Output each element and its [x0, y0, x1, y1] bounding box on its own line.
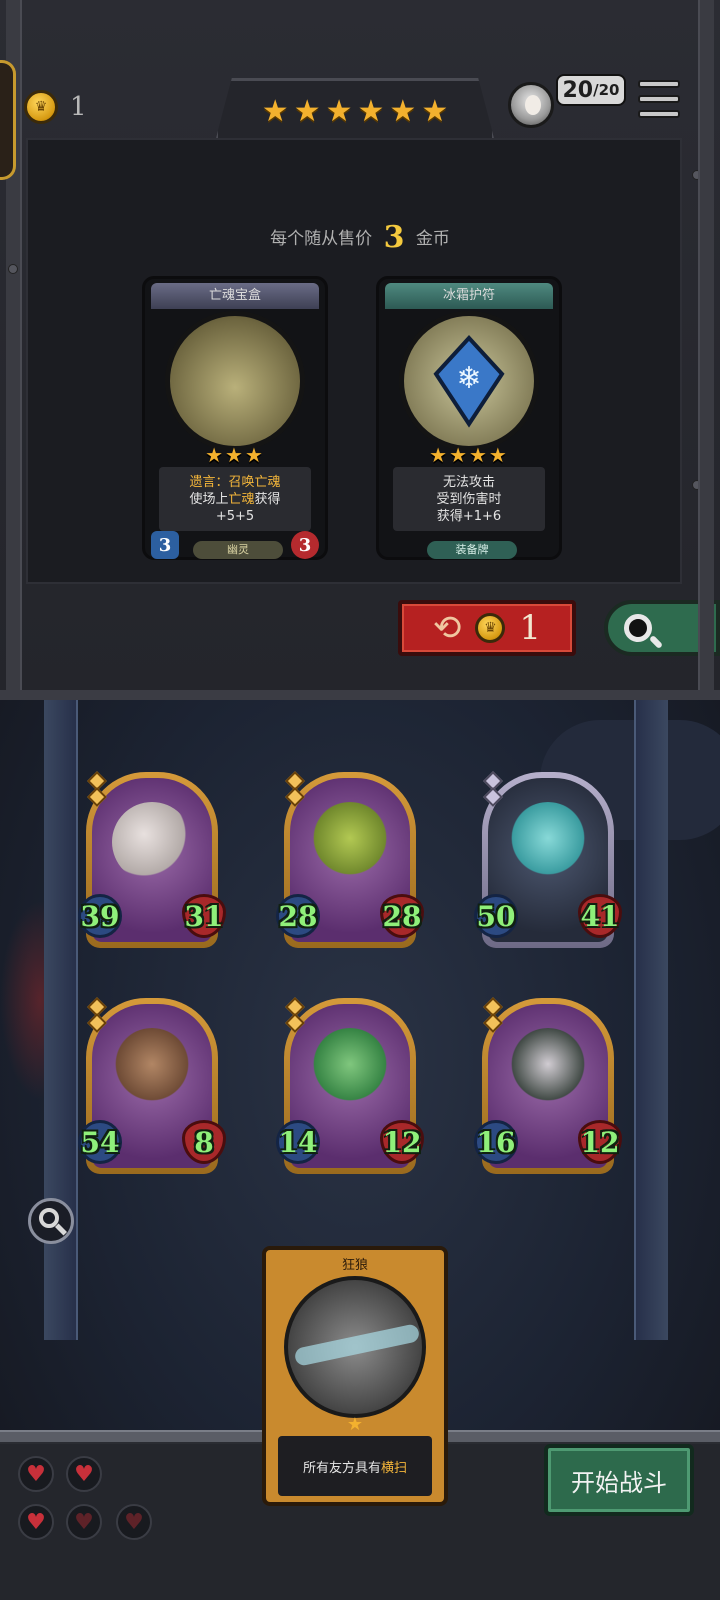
minion-attack: 39 — [78, 894, 122, 938]
shop-area — [26, 138, 682, 584]
menu-icon[interactable] — [638, 80, 680, 118]
population-counter: 20/20 — [556, 74, 626, 106]
skull-mage-portrait-icon — [508, 1028, 588, 1108]
player-avatar-icon[interactable] — [508, 82, 554, 128]
price-suffix: 金币 — [415, 229, 450, 249]
price-prefix: 每个随从售价 — [270, 229, 373, 249]
refresh-icon: ⟲ — [432, 608, 462, 648]
rivet — [692, 170, 702, 180]
minion-health: 41 — [578, 894, 622, 938]
side-drawer-tab[interactable] — [0, 60, 16, 180]
voodoo-doll-portrait-icon — [112, 1028, 192, 1108]
heart-icon: ♥ — [66, 1504, 102, 1540]
desc-keyword: 亡魂 — [254, 474, 281, 490]
gold-counter: ♛ 1 — [24, 90, 87, 124]
minion-attack: 54 — [78, 1120, 122, 1164]
card-name: 冰霜护符 — [385, 283, 553, 309]
gold-amount: 1 — [70, 92, 87, 122]
card-description: 无法攻击 受到伤害时 获得+1+6 — [393, 467, 545, 531]
minion-card[interactable]: 28 28 — [276, 771, 424, 948]
reroll-cost: 1 — [519, 608, 542, 648]
minion-health: 12 — [578, 1120, 622, 1164]
desc-text: +5+5 — [215, 508, 255, 524]
price-info: 每个随从售价 3 金币 — [0, 220, 720, 255]
minion-attack: 28 — [276, 894, 320, 938]
card-health: 3 — [291, 531, 319, 559]
star-icon: ★ — [421, 93, 449, 129]
ghost-maw-portrait-icon — [508, 802, 588, 882]
heart-icon: ♥ — [18, 1456, 54, 1492]
desc-text: 受到伤害时 — [436, 491, 502, 507]
desc-text: 获得+1+6 — [436, 508, 502, 524]
game-screen: ♛ 1 ★ ★ ★ ★ ★ ★ 20/20 每个随从售价 3 金币 亡魂宝盒 ★★★ 遗言… — [0, 0, 720, 1600]
hero-star: ★ — [346, 1414, 364, 1435]
minion-health: 31 — [182, 894, 226, 938]
shop-card-soul-box[interactable]: 亡魂宝盒 ★★★ 遗言：召唤亡魂 使场上亡魂获得 +5+5 3 3 幽灵 — [142, 276, 328, 560]
card-type: 装备牌 — [427, 541, 517, 559]
minion-attack: 50 — [474, 894, 518, 938]
shop-panel: ♛ 1 ★ ★ ★ ★ ★ ★ 20/20 每个随从售价 3 金币 亡魂宝盒 ★★★ 遗言… — [0, 0, 720, 700]
crown-coin-icon: ♛ — [24, 90, 58, 124]
frost-gem-icon: ❄ — [433, 335, 505, 428]
rivet — [692, 480, 702, 490]
star-icon: ★ — [389, 93, 417, 129]
ghost-art-icon — [165, 311, 305, 451]
hero-name: 狂狼 — [341, 1258, 368, 1273]
search-icon — [624, 614, 652, 642]
medusa-portrait-icon — [310, 1028, 390, 1108]
crown-coin-icon: ♛ — [475, 613, 506, 643]
card-stars: ★★★★ — [429, 443, 509, 467]
card-attack: 3 — [151, 531, 179, 559]
heart-icon: ♥ — [116, 1504, 152, 1540]
minion-health: 12 — [380, 1120, 424, 1164]
star-icon: ★ — [293, 93, 321, 129]
hero-ability-text: 所有友方具有 — [302, 1460, 381, 1476]
shop-card-frost-amulet[interactable]: 冰霜护符 ❄ ★★★★ 无法攻击 受到伤害时 获得+1+6 装备牌 — [376, 276, 562, 560]
desc-keyword: 亡魂 — [228, 491, 255, 507]
desc-text: 遗言：召唤 — [189, 474, 255, 490]
population-max: /20 — [593, 81, 620, 99]
minion-card[interactable]: 54 8 — [78, 997, 226, 1174]
minion-card[interactable]: 39 31 — [78, 771, 226, 948]
vulture-portrait-icon — [112, 802, 192, 882]
card-type: 幽灵 — [193, 541, 283, 559]
star-icon: ★ — [357, 93, 385, 129]
card-description: 遗言：召唤亡魂 使场上亡魂获得 +5+5 — [159, 467, 311, 531]
frog-portrait-icon — [310, 802, 390, 882]
star-icon: ★ — [261, 93, 289, 129]
minion-card[interactable]: 50 41 — [474, 771, 622, 948]
card-name: 亡魂宝盒 — [151, 283, 319, 309]
search-button[interactable] — [604, 600, 720, 656]
heart-icon: ♥ — [66, 1456, 102, 1492]
minion-card[interactable]: 14 12 — [276, 997, 424, 1174]
rivet — [8, 264, 18, 274]
population-current: 20 — [562, 77, 594, 103]
hero-ability-keyword: 横扫 — [381, 1460, 408, 1476]
card-stars: ★★★ — [205, 443, 265, 467]
desc-text: 使场上 — [189, 491, 229, 507]
svg-text:❄: ❄ — [456, 361, 481, 396]
reroll-button[interactable]: ⟲ ♛ 1 — [398, 600, 576, 656]
minion-attack: 14 — [276, 1120, 320, 1164]
hero-card[interactable]: 狂狼 ★ 所有友方具有 横扫 — [262, 1246, 448, 1506]
price-value: 3 — [383, 220, 405, 255]
minion-card[interactable]: 16 12 — [474, 997, 622, 1174]
lives-indicator: ♥ ♥ ♥ ♥ ♥ — [18, 1452, 168, 1552]
desc-text: 无法攻击 — [442, 474, 495, 490]
werewolf-portrait-icon — [284, 1276, 426, 1418]
star-icon: ★ — [325, 93, 353, 129]
desc-text: 获得 — [254, 491, 281, 507]
board-search-icon[interactable] — [28, 1198, 74, 1244]
snowflake-amulet-icon: ❄ — [399, 311, 539, 451]
hero-ability: 所有友方具有 横扫 — [278, 1436, 432, 1496]
start-battle-button[interactable]: 开始战斗 — [544, 1444, 694, 1516]
heart-icon: ♥ — [18, 1504, 54, 1540]
minion-health: 28 — [380, 894, 424, 938]
shop-tier-stars: ★ ★ ★ ★ ★ ★ — [215, 78, 495, 142]
minion-attack: 16 — [474, 1120, 518, 1164]
